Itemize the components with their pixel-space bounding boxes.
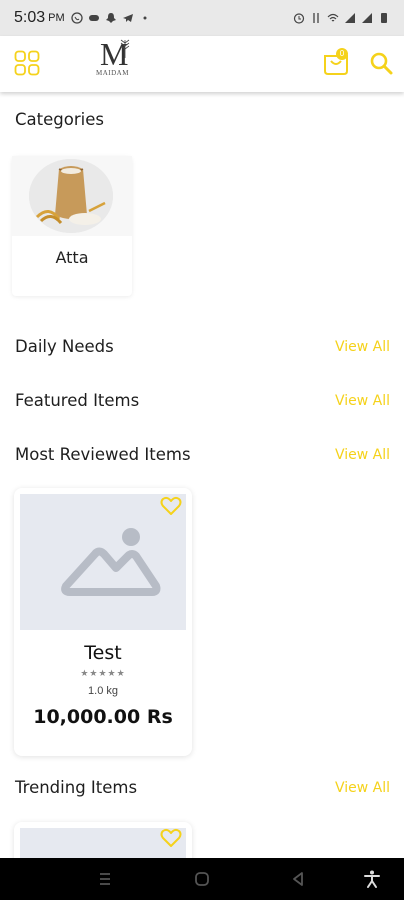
- notification-icons: [70, 12, 151, 24]
- data-icon: [313, 13, 319, 23]
- grid-menu-icon[interactable]: [14, 50, 40, 76]
- section-title-featured: Featured Items: [15, 391, 140, 410]
- category-card[interactable]: Atta: [12, 156, 132, 296]
- signal-icon: [345, 13, 355, 23]
- product-weight: 1.0 kg: [88, 685, 118, 697]
- system-navigation-bar: [0, 858, 404, 900]
- product-rating-stars: ★★★★★: [80, 668, 126, 678]
- section-title-categories: Categories: [15, 110, 104, 129]
- category-image: [12, 156, 132, 236]
- view-all-daily-needs[interactable]: View All: [335, 339, 390, 355]
- home-icon[interactable]: [192, 869, 212, 889]
- recent-apps-icon[interactable]: [95, 869, 115, 889]
- view-all-most-reviewed[interactable]: View All: [335, 447, 390, 463]
- battery-icon: [381, 13, 387, 23]
- back-icon[interactable]: [288, 869, 308, 889]
- whatsapp-icon: [70, 12, 83, 24]
- accessibility-icon[interactable]: [362, 869, 382, 889]
- heart-icon[interactable]: [160, 496, 182, 516]
- section-title-daily-needs: Daily Needs: [15, 337, 114, 356]
- atta-image: [29, 159, 113, 233]
- view-all-trending[interactable]: View All: [335, 780, 390, 796]
- snapchat-icon: [105, 13, 116, 23]
- app-header: M MAIDAM 0: [0, 36, 404, 92]
- wheat-icon: [120, 39, 130, 58]
- cart-count-badge: 0: [336, 48, 348, 60]
- status-bar: 5:03 PM: [0, 0, 404, 36]
- status-ampm: PM: [48, 12, 65, 24]
- category-label: Atta: [55, 248, 89, 267]
- product-price: 10,000.00 Rs: [33, 706, 173, 728]
- wifi-icon: [327, 13, 339, 22]
- brand-logo[interactable]: M MAIDAM: [94, 38, 140, 78]
- heart-icon[interactable]: [160, 828, 182, 848]
- telegram-icon: [122, 14, 133, 22]
- alarm-icon: [293, 13, 305, 24]
- system-icons: [293, 12, 390, 24]
- flour-sack-icon: [29, 159, 113, 233]
- dot-icon: [143, 16, 147, 20]
- product-name: Test: [84, 642, 122, 664]
- section-title-trending: Trending Items: [15, 778, 138, 797]
- section-title-most-reviewed: Most Reviewed Items: [15, 445, 191, 464]
- product-card[interactable]: Test ★★★★★ 1.0 kg 10,000.00 Rs: [14, 488, 192, 756]
- logo-text: MAIDAM: [96, 69, 129, 77]
- controller-icon: [88, 15, 99, 21]
- status-time: 5:03: [14, 9, 46, 26]
- view-all-featured[interactable]: View All: [335, 393, 390, 409]
- signal-icon-2: [362, 13, 372, 23]
- search-icon[interactable]: [368, 50, 394, 76]
